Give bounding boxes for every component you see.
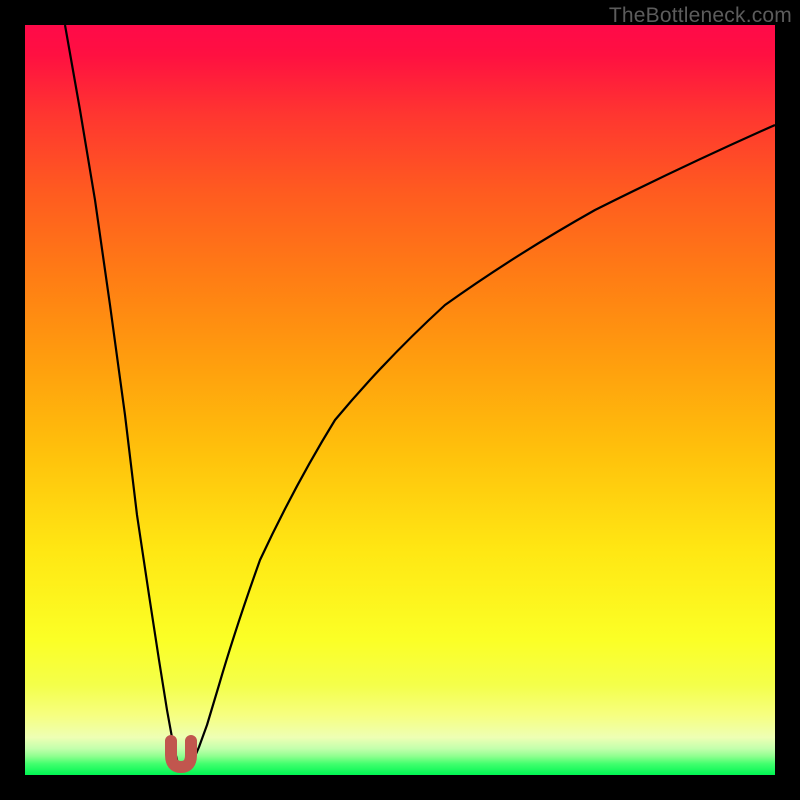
curve-layer	[25, 25, 775, 775]
watermark-text: TheBottleneck.com	[609, 4, 792, 28]
chart-outer-frame: TheBottleneck.com	[0, 0, 800, 800]
bottleneck-curve	[65, 25, 775, 769]
plot-area	[25, 25, 775, 775]
min-marker-icon	[171, 741, 191, 767]
